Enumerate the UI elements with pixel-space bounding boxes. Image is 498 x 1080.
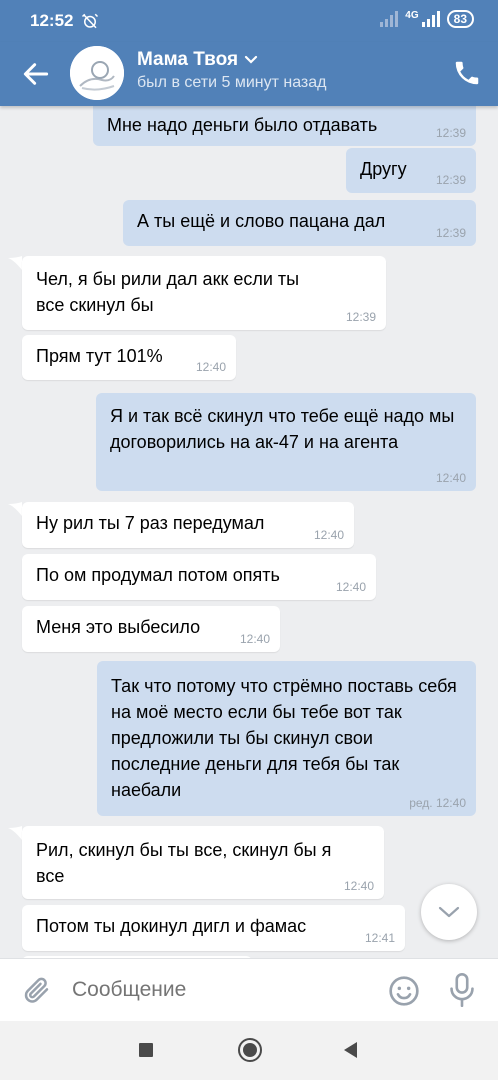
message-incoming[interactable]: Ну рил ты 7 раз передумал 12:40 [22,502,354,548]
signal-4g-icon [421,11,440,27]
message-text: Ну рил ты 7 раз передумал [36,513,265,533]
message-outgoing[interactable]: Так что потому что стрёмно поставь себя … [97,661,476,816]
back-nav-icon[interactable] [342,1041,358,1059]
avatar-drawing [70,46,124,100]
bubble-tail [8,502,22,516]
emoji-icon[interactable] [388,975,420,1007]
battery-indicator: 83 [446,10,474,28]
message-outgoing[interactable]: Другу 12:39 [346,148,476,193]
message-time: 12:39 [435,173,466,187]
message-time: 12:40 [335,580,366,594]
message-time: 12:40 [343,879,374,893]
message-outgoing[interactable]: А ты ещё и слово пацана дал 12:39 [123,200,476,246]
signal-icon [380,11,399,27]
message-time: 12:40 [239,632,270,646]
recent-apps-icon[interactable] [138,1042,154,1058]
message-outgoing[interactable]: Я и так всё скинул что тебе ещё надо мы … [96,393,476,491]
contact-name-text: Мама Твоя [137,49,239,70]
bubble-tail [8,826,22,840]
message-time: 12:40 [435,471,466,485]
message-time: 12:39 [435,126,466,140]
status-bar: 12:52 4G 83 [0,0,498,42]
message-time: 12:39 [435,226,466,240]
message-outgoing[interactable]: Мне надо деньги было отдавать 12:39 [93,106,476,146]
message-incoming[interactable]: По ом продумал потом опять 12:40 [22,554,376,600]
message-text: Я и так всё скинул что тебе ещё надо мы … [110,406,455,452]
system-nav-bar [0,1020,498,1080]
message-incoming[interactable]: Потом ты докинул дигл и фамас 12:41 [22,905,405,951]
message-list[interactable]: Мне надо деньги было отдавать 12:39 Друг… [0,106,498,958]
message-time: 12:39 [345,310,376,324]
message-text: Прям тут 101% [36,346,163,366]
message-time: 12:41 [364,931,395,945]
back-arrow-icon[interactable] [20,58,52,90]
message-incoming[interactable]: Рил, скинул бы ты все, скинул бы я все 1… [22,826,384,899]
message-incoming[interactable]: Прям тут 101% 12:40 [22,335,236,380]
message-text: Меня это выбесило [36,617,201,637]
message-time: 12:40 [195,360,226,374]
bubble-tail [8,256,22,270]
message-text: Мне надо деньги было отдавать [107,115,378,135]
scroll-down-button[interactable] [421,884,477,940]
alarm-off-icon [82,13,99,29]
message-incoming[interactable]: Чел, я бы рили дал акк если ты все скину… [22,256,386,330]
message-input[interactable] [72,973,372,1007]
chat-header: Мама Твоя был в сети 5 минут назад [0,42,498,106]
message-text: Так что потому что стрёмно поставь себя … [111,676,457,800]
message-text: По ом продумал потом опять [36,565,280,585]
message-text: Потом ты докинул дигл и фамас [36,916,307,936]
contact-status: был в сети 5 минут назад [137,74,327,91]
phone-icon[interactable] [452,58,482,88]
scroll-down-icon [438,906,460,918]
mic-icon[interactable] [448,973,476,1007]
chevron-down-icon [244,55,258,64]
home-icon[interactable] [237,1037,263,1063]
message-time: ред. 12:40 [409,796,466,810]
message-text: А ты ещё и слово пацана дал [137,211,386,231]
message-composer [0,958,498,1021]
message-text: Чел, я бы рили дал акк если ты все скину… [36,269,300,315]
message-text: Другу [360,159,407,179]
status-time: 12:52 [30,11,74,30]
message-text: Рил, скинул бы ты все, скинул бы я все [36,840,332,886]
message-time: 12:40 [313,528,344,542]
message-incoming[interactable]: Меня это выбесило 12:40 [22,606,280,652]
avatar[interactable] [70,46,124,100]
attach-icon[interactable] [22,975,52,1005]
contact-name[interactable]: Мама Твоя [137,49,258,71]
network-label: 4G [405,9,419,21]
